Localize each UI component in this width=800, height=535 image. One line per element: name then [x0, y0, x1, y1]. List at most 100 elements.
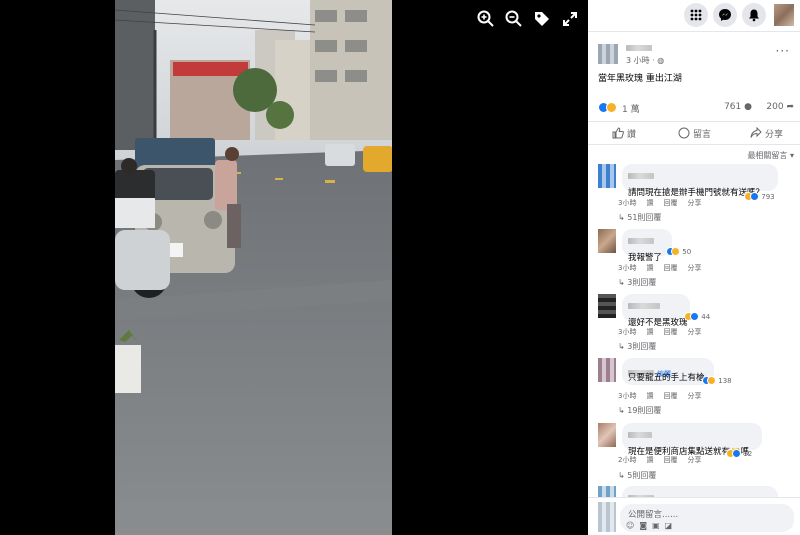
more-options-icon[interactable]: ···	[776, 44, 790, 58]
messenger-icon[interactable]	[713, 3, 737, 27]
comment-like-link[interactable]: 讚	[646, 199, 653, 207]
comment-share-link[interactable]: 分享	[687, 199, 701, 207]
view-replies-link[interactable]: ↳ 5則回覆	[618, 470, 656, 481]
comment-meta: 2小時 讚 回覆 分享	[618, 455, 711, 465]
comment-reactions[interactable]: 138	[702, 376, 732, 385]
reaction-count: 44	[701, 313, 711, 321]
reaction-count: 50	[682, 248, 692, 256]
comment-reactions[interactable]: 44	[684, 312, 710, 321]
fullscreen-icon[interactable]	[560, 9, 580, 29]
post-time-text: 3 小時 ·	[626, 56, 658, 65]
share-icon	[750, 126, 762, 138]
view-replies-link[interactable]: ↳ 3則回覆	[618, 341, 656, 352]
comment-label: 留言	[693, 130, 712, 140]
comment-reply-link[interactable]: 回覆	[663, 328, 677, 336]
comment-reply-link[interactable]: 回覆	[663, 392, 677, 400]
camera-icon[interactable]: ◙	[639, 521, 652, 530]
reaction-count: 138	[718, 377, 732, 385]
replies-count: 51則回覆	[627, 213, 662, 222]
comment-like-link[interactable]: 讚	[646, 456, 653, 464]
like-label: 讚	[627, 130, 637, 140]
tag-icon[interactable]	[532, 9, 552, 29]
comment-share-link[interactable]: 分享	[687, 264, 701, 272]
comment-meta: 3小時 讚 回覆 分享	[618, 198, 711, 208]
street-scene-image	[115, 0, 392, 535]
bell-icon[interactable]	[742, 3, 766, 27]
post-timestamp[interactable]: 3 小時 · ◍	[626, 55, 664, 66]
haha-reaction-icon[interactable]	[606, 102, 617, 113]
reply-arrow-icon: ↳	[618, 213, 625, 222]
commenter-name-blurred[interactable]	[628, 432, 652, 438]
view-replies-link[interactable]: ↳ 19則回覆	[618, 405, 661, 416]
comment-like-link[interactable]: 讚	[646, 392, 653, 400]
poster-avatar[interactable]	[598, 44, 618, 64]
globe-icon: ◍	[657, 56, 665, 65]
menu-grid-icon[interactable]	[684, 3, 708, 27]
emoji-icon[interactable]: ☺	[626, 521, 639, 530]
post-photo[interactable]	[115, 0, 392, 535]
haha-reaction-icon	[707, 376, 716, 385]
comment-share-link[interactable]: 分享	[687, 392, 701, 400]
post-caption: 當年黑玫瑰 重出江湖	[598, 74, 682, 84]
comment-sort-dropdown[interactable]: 最相關留言 ▾	[747, 150, 794, 161]
comment-reply-link[interactable]: 回覆	[663, 199, 677, 207]
zoom-in-icon[interactable]	[476, 9, 496, 29]
share-button[interactable]: 分享	[750, 126, 783, 141]
comment-time[interactable]: 3小時	[618, 392, 636, 400]
comment-reactions[interactable]: 793	[744, 192, 775, 201]
haha-reaction-icon	[671, 247, 680, 256]
top-bar	[588, 0, 800, 32]
zoom-out-icon[interactable]	[504, 9, 524, 29]
profile-avatar[interactable]	[774, 4, 794, 26]
post-actions: 讚 留言 分享	[588, 121, 800, 145]
comment-meta: 3小時 讚 回覆 分享	[618, 327, 711, 337]
caret-down-icon: ▾	[789, 151, 794, 160]
share-count[interactable]: 200 ➦	[766, 102, 794, 112]
commenter-avatar[interactable]	[598, 229, 616, 253]
gif-icon[interactable]: ▣	[652, 521, 665, 530]
comment-reactions[interactable]: 50	[666, 247, 691, 256]
comment-like-link[interactable]: 讚	[646, 328, 653, 336]
post-side-panel: 3 小時 · ◍ ··· 當年黑玫瑰 重出江湖 1 萬 761 ● 200 ➦ …	[588, 0, 800, 535]
my-avatar	[598, 502, 616, 532]
commenter-avatar[interactable]	[598, 423, 616, 447]
reaction-count: 12	[743, 450, 753, 458]
comment-meta: 3小時 讚 回覆 分享	[618, 263, 711, 273]
commenter-name-blurred[interactable]	[628, 238, 654, 244]
comment-bubble-icon: ●	[744, 102, 752, 112]
commenter-name-blurred[interactable]	[628, 303, 660, 309]
comment-input[interactable]: 公開留言...... ☺◙▣◪	[620, 504, 794, 532]
comment-time[interactable]: 2小時	[618, 456, 636, 464]
poster-name-blurred[interactable]	[626, 45, 652, 51]
comment-button[interactable]: 留言	[678, 127, 711, 141]
comment-reply-link[interactable]: 回覆	[663, 456, 677, 464]
comment-icon	[678, 127, 690, 139]
comment-time[interactable]: 3小時	[618, 328, 636, 336]
comment-share-link[interactable]: 分享	[687, 328, 701, 336]
comment-share-link[interactable]: 分享	[687, 456, 701, 464]
view-replies-link[interactable]: ↳ 3則回覆	[618, 277, 656, 288]
share-arrow-icon: ➦	[786, 102, 794, 112]
sticker-icon[interactable]: ◪	[665, 521, 678, 530]
comment-time[interactable]: 3小時	[618, 199, 636, 207]
comment-like-link[interactable]: 讚	[646, 264, 653, 272]
reply-arrow-icon: ↳	[618, 471, 625, 480]
commenter-avatar[interactable]	[598, 164, 616, 188]
comment-reactions[interactable]: 12	[726, 449, 752, 458]
thumbs-up-icon	[612, 127, 624, 139]
comment-time[interactable]: 3小時	[618, 264, 636, 272]
comment-reply-link[interactable]: 回覆	[663, 264, 677, 272]
share-count-value: 200	[766, 102, 784, 112]
commenter-avatar[interactable]	[598, 358, 616, 382]
view-replies-link[interactable]: ↳ 51則回覆	[618, 212, 661, 223]
commenter-name-blurred[interactable]	[628, 173, 654, 179]
like-button[interactable]: 讚	[612, 127, 636, 141]
comment-bubble: 現在是便利商店集點送就有🔫嗎	[622, 423, 762, 457]
like-reaction-icon	[690, 312, 699, 321]
commenter-avatar[interactable]	[598, 294, 616, 318]
reaction-count[interactable]: 1 萬	[622, 102, 640, 115]
sort-label: 最相關留言	[747, 151, 788, 160]
comment-count[interactable]: 761 ●	[724, 102, 752, 112]
replies-count: 19則回覆	[627, 406, 662, 415]
like-reaction-icon	[732, 449, 741, 458]
